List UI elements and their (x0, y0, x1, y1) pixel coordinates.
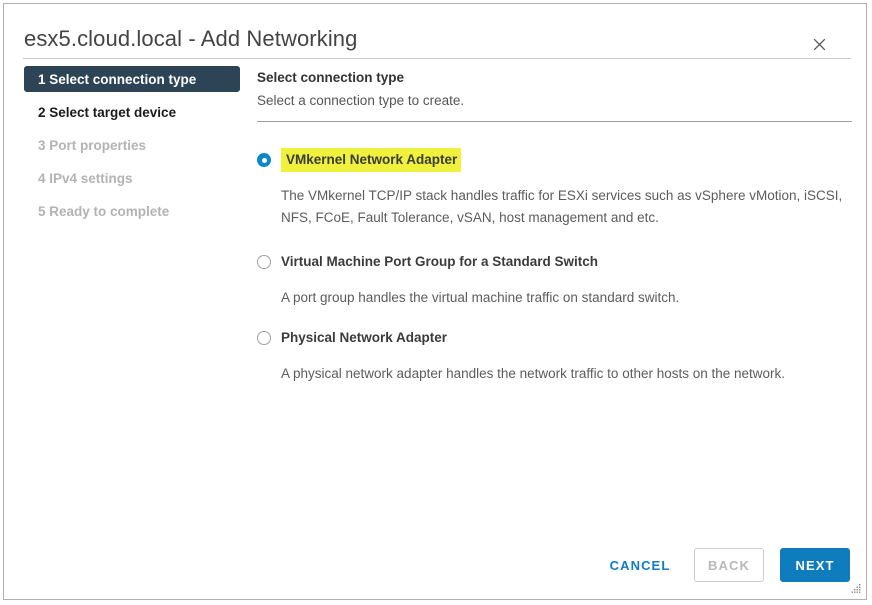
dialog-footer: CANCEL BACK NEXT (4, 542, 866, 588)
wizard-step-2-label: 2 Select target device (38, 104, 177, 120)
add-networking-dialog: esx5.cloud.local - Add Networking 1 Sele… (3, 3, 867, 600)
option-label-vmkernel-network-adapter: VMkernel Network Adapter (281, 148, 462, 172)
wizard-step-5[interactable]: 5 Ready to complete (24, 198, 240, 224)
wizard-step-1-label: 1 Select connection type (38, 71, 197, 87)
resize-grip-icon[interactable] (850, 582, 862, 594)
next-button[interactable]: NEXT (780, 548, 850, 582)
wizard-step-1[interactable]: 1 Select connection type (24, 66, 240, 92)
radio-icon-virtual-machine-port-group[interactable] (257, 255, 271, 269)
wizard-step-4[interactable]: 4 IPv4 settings (24, 165, 240, 191)
option-description-virtual-machine-port-group: A port group handles the virtual machine… (281, 290, 680, 305)
option-virtual-machine-port-group[interactable]: Virtual Machine Port Group for a Standar… (257, 251, 852, 273)
connection-type-radio-group: VMkernel Network Adapter The VMkernel TC… (257, 148, 852, 385)
title-divider (23, 58, 851, 59)
cancel-button[interactable]: CANCEL (604, 550, 676, 580)
wizard-step-4-label: 4 IPv4 settings (38, 170, 133, 186)
wizard-step-2[interactable]: 2 Select target device (24, 99, 240, 125)
dialog-titlebar: esx5.cloud.local - Add Networking (4, 4, 866, 60)
content-heading: Select connection type (257, 70, 405, 85)
wizard-step-5-label: 5 Ready to complete (38, 203, 170, 219)
content-pane: Select connection type Select a connecti… (257, 70, 852, 385)
back-button: BACK (694, 548, 764, 582)
option-vmkernel-network-adapter[interactable]: VMkernel Network Adapter (257, 148, 852, 172)
radio-icon-physical-network-adapter[interactable] (257, 331, 271, 345)
option-label-virtual-machine-port-group: Virtual Machine Port Group for a Standar… (281, 254, 599, 269)
dialog-title: esx5.cloud.local - Add Networking (24, 26, 358, 51)
radio-icon-vmkernel-network-adapter[interactable] (257, 153, 271, 167)
content-subheading: Select a connection type to create. (257, 93, 465, 108)
content-divider (257, 121, 852, 122)
option-label-physical-network-adapter: Physical Network Adapter (281, 330, 448, 345)
option-physical-network-adapter[interactable]: Physical Network Adapter (257, 327, 852, 349)
wizard-step-list: 1 Select connection type 2 Select target… (24, 66, 240, 231)
option-description-vmkernel-network-adapter: The VMkernel TCP/IP stack handles traffi… (281, 188, 843, 225)
wizard-step-3[interactable]: 3 Port properties (24, 132, 240, 158)
option-description-physical-network-adapter: A physical network adapter handles the n… (281, 366, 786, 381)
close-icon[interactable] (804, 32, 834, 56)
wizard-step-3-label: 3 Port properties (38, 137, 147, 153)
